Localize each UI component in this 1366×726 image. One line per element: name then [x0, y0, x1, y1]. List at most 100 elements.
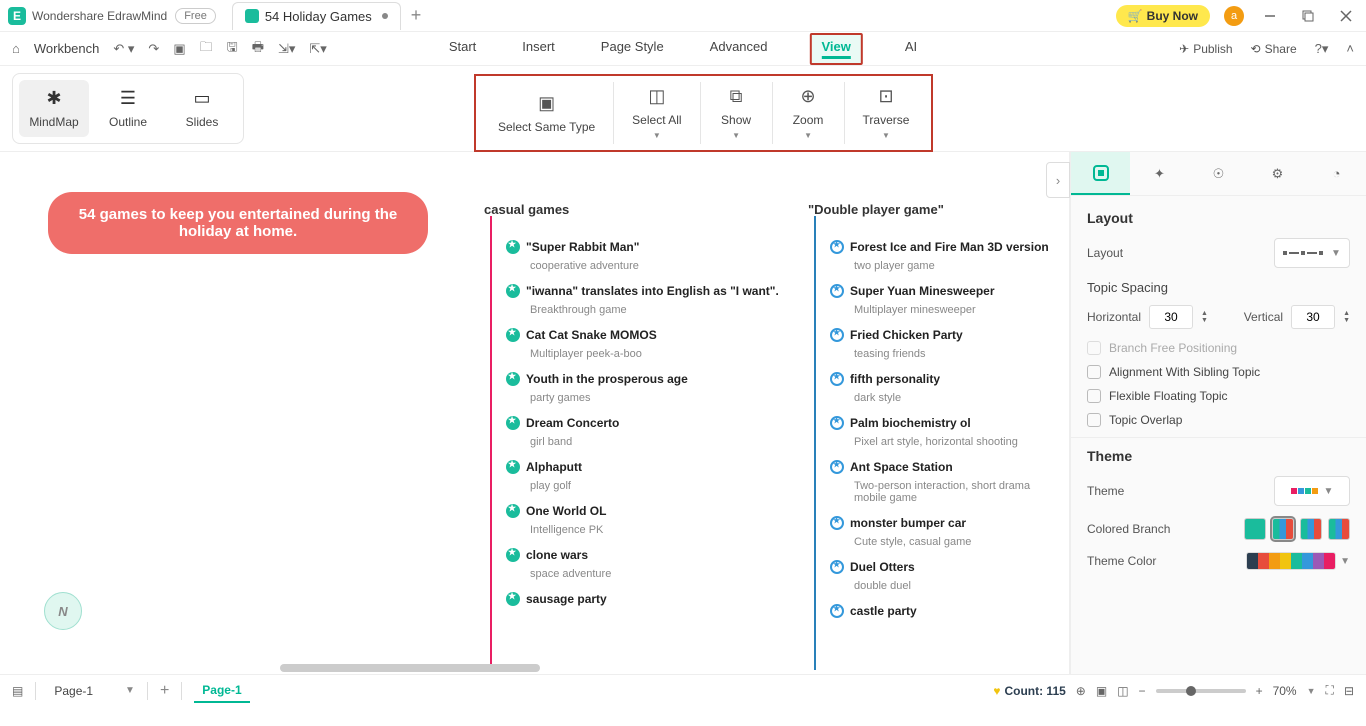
panel-tab-settings[interactable]: ⚙ [1248, 152, 1307, 195]
tab-start[interactable]: Start [445, 33, 480, 65]
branch-style-4[interactable] [1328, 518, 1350, 540]
help-icon[interactable]: ?▾ [1315, 41, 1329, 57]
topic-node[interactable]: Youth in the prosperous ageparty games [506, 362, 796, 404]
zoom-in-button[interactable]: + [1256, 684, 1263, 698]
panel-tab-style[interactable]: ✦ [1130, 152, 1189, 195]
undo-icon[interactable]: ↶ ▾ [113, 41, 134, 57]
vertical-stepper[interactable]: ▲▼ [1343, 310, 1350, 324]
branch-style-1[interactable] [1244, 518, 1266, 540]
layout-selector[interactable]: ▼ [1274, 238, 1350, 268]
topic-node[interactable]: monster bumper carCute style, casual gam… [830, 506, 1060, 548]
add-tab-button[interactable]: + [411, 5, 422, 26]
topic-node[interactable]: castle party [830, 594, 1060, 618]
close-button[interactable] [1334, 8, 1358, 24]
topic-node[interactable]: Alphaputtplay golf [506, 450, 796, 492]
topic-node[interactable]: "Super Rabbit Man"cooperative adventure [506, 230, 796, 272]
fit-window-icon[interactable]: ◫ [1117, 684, 1128, 698]
theme-color-swatch[interactable] [1246, 552, 1336, 570]
free-positioning-checkbox[interactable] [1087, 341, 1101, 355]
export-icon[interactable]: ⇲▾ [278, 41, 295, 57]
select-all-button[interactable]: ◫ Select All ▼ [613, 82, 699, 144]
show-button[interactable]: ⧉ Show ▼ [700, 82, 772, 144]
ai-assistant-button[interactable]: N [44, 592, 82, 630]
vertical-input[interactable] [1291, 305, 1335, 329]
topic-node[interactable]: Fried Chicken Partyteasing friends [830, 318, 1060, 360]
tab-insert[interactable]: Insert [518, 33, 559, 65]
minus-panel-icon[interactable]: ⊟ [1344, 684, 1354, 698]
open-icon[interactable]: 🗀 [200, 38, 213, 60]
branch-casual-title[interactable]: casual games [484, 202, 569, 217]
tab-view[interactable]: View [810, 33, 863, 65]
topic-node[interactable]: Super Yuan MinesweeperMultiplayer minesw… [830, 274, 1060, 316]
floating-checkbox[interactable] [1087, 389, 1101, 403]
theme-color-dropdown[interactable]: ▼ [1340, 556, 1350, 567]
colored-branch-label: Colored Branch [1087, 522, 1170, 536]
new-icon[interactable]: ▣ [173, 41, 185, 57]
traverse-button[interactable]: ⊡ Traverse ▼ [844, 82, 928, 144]
collapse-ribbon-icon[interactable]: ˄ [1346, 41, 1354, 56]
add-page-button[interactable]: + [160, 682, 169, 700]
redo-icon[interactable]: ↷ [148, 41, 159, 57]
horizontal-stepper[interactable]: ▲▼ [1201, 310, 1208, 324]
overlap-checkbox[interactable] [1087, 413, 1101, 427]
horizontal-scrollbar[interactable] [280, 664, 540, 672]
tab-pagestyle[interactable]: Page Style [597, 33, 668, 65]
topic-node[interactable]: "iwanna" translates into English as "I w… [506, 274, 796, 316]
import-icon[interactable]: ⇱▾ [309, 41, 326, 57]
zoom-button[interactable]: ⊕ Zoom ▼ [772, 82, 844, 144]
branch-style-2[interactable] [1272, 518, 1294, 540]
canvas[interactable]: 54 games to keep you entertained during … [0, 152, 1070, 674]
zoom-out-button[interactable]: − [1139, 684, 1146, 698]
slides-label: Slides [186, 115, 219, 129]
print-icon[interactable]: 🖶 [252, 38, 264, 60]
panel-collapse-button[interactable]: › [1046, 162, 1070, 198]
topic-node[interactable]: Palm biochemistry olPixel art style, hor… [830, 406, 1060, 448]
tab-ai[interactable]: AI [901, 33, 921, 65]
outline-mode-button[interactable]: ☰ Outline [93, 80, 163, 137]
panel-tab-layout[interactable] [1071, 152, 1130, 195]
panel-tab-security[interactable]: ☉ [1189, 152, 1248, 195]
user-avatar[interactable]: a [1224, 6, 1244, 26]
full-width-icon[interactable]: ⊕ [1076, 684, 1086, 698]
topic-sub: Breakthrough game [530, 304, 796, 316]
mindmap-icon: ✱ [46, 88, 61, 109]
page-tab[interactable]: Page-1 [194, 679, 249, 703]
share-button[interactable]: ⟲Share [1251, 42, 1297, 56]
branch-style-3[interactable] [1300, 518, 1322, 540]
zoom-value[interactable]: 70% [1273, 684, 1297, 698]
topic-node[interactable]: Dream Concertogirl band [506, 406, 796, 448]
topic-node[interactable]: One World OLIntelligence PK [506, 494, 796, 536]
panel-tab-history[interactable]: ◔ [1307, 152, 1366, 195]
theme-selector[interactable]: ▼ [1274, 476, 1350, 506]
horizontal-input[interactable] [1149, 305, 1193, 329]
minimize-button[interactable] [1258, 8, 1282, 24]
workbench-link[interactable]: Workbench [34, 41, 100, 56]
maximize-button[interactable] [1296, 8, 1320, 24]
fullscreen-icon[interactable]: ⛶ [1326, 683, 1334, 698]
zoom-slider[interactable] [1156, 689, 1246, 693]
select-same-type-button[interactable]: ▣ Select Same Type [480, 82, 613, 144]
topic-node[interactable]: clone warsspace adventure [506, 538, 796, 580]
document-tab[interactable]: 54 Holiday Games [232, 2, 401, 30]
fit-page-icon[interactable]: ▣ [1096, 684, 1107, 698]
topic-node[interactable]: fifth personalitydark style [830, 362, 1060, 404]
mindmap-mode-button[interactable]: ✱ MindMap [19, 80, 89, 137]
buy-now-button[interactable]: 🛒 Buy Now [1116, 5, 1210, 27]
publish-button[interactable]: ✈Publish [1179, 42, 1232, 56]
tab-advanced[interactable]: Advanced [706, 33, 772, 65]
topic-node[interactable]: Duel Ottersdouble duel [830, 550, 1060, 592]
topic-node[interactable]: Ant Space StationTwo-person interaction,… [830, 450, 1060, 504]
save-icon[interactable]: 🖫 [227, 38, 238, 60]
sidebar-toggle-icon[interactable]: ▤ [12, 684, 23, 698]
alignment-checkbox[interactable] [1087, 365, 1101, 379]
slides-mode-button[interactable]: ▭ Slides [167, 80, 237, 137]
root-topic[interactable]: 54 games to keep you entertained during … [48, 192, 428, 254]
home-icon[interactable]: ⌂ [12, 41, 20, 56]
topic-node[interactable]: Forest Ice and Fire Man 3D versiontwo pl… [830, 230, 1060, 272]
page-selector[interactable]: Page-1 [48, 680, 113, 702]
share-icon: ⟲ [1251, 42, 1261, 56]
topic-node[interactable]: sausage party [506, 582, 796, 606]
branch-double-title[interactable]: "Double player game" [808, 202, 944, 217]
topic-node[interactable]: Cat Cat Snake MOMOSMultiplayer peek-a-bo… [506, 318, 796, 360]
slides-icon: ▭ [193, 88, 210, 109]
